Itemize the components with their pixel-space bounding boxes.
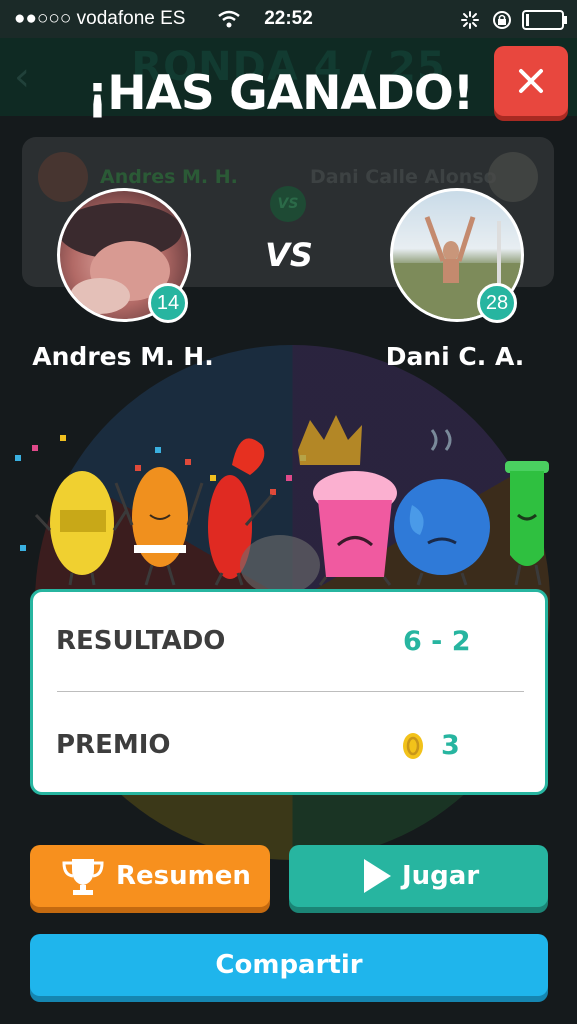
player-right-level-badge: 28 [477,283,517,323]
rotation-lock-icon [493,11,511,29]
player-right-name: Dani C. A. [385,342,525,371]
background-player-left: Andres M. H. [100,166,238,188]
prize-label: PREMIO [56,730,171,760]
summary-button-label: Resumen [116,861,251,891]
page-title: ¡HAS GANADO! [86,66,474,121]
background-vs-badge: VS [270,186,306,222]
test-tube-character [505,461,549,586]
prize-value: 3 [441,730,460,761]
activity-spinner-icon [461,11,479,29]
background-avatar-right [488,152,538,202]
summary-button[interactable]: Resumen [30,845,270,907]
battery-icon [522,10,567,30]
play-icon [364,859,391,893]
player-left-level-badge: 14 [148,283,188,323]
score-value: 6 - 2 [403,626,471,657]
close-button[interactable] [494,46,568,116]
background-player-right: Dani Calle Alonso [310,166,497,188]
knight-character [34,471,128,586]
close-icon [519,69,543,93]
coin-icon [403,733,423,759]
football-character [114,467,204,586]
panel-divider [57,691,524,692]
share-button[interactable]: Compartir [30,934,548,996]
player-left-name: Andres M. H. [32,342,214,371]
popcorn-character [313,471,397,586]
result-panel: RESULTADO 6 - 2 PREMIO 3 [30,589,548,795]
share-button-label: Compartir [215,950,363,980]
planet-character [394,429,490,586]
crown-icon [298,415,362,465]
background-avatar-left [38,152,88,202]
status-bar: ●●○○○ vodafone ES 22:52 [0,0,577,38]
trophy-icon [62,859,104,895]
score-label: RESULTADO [56,626,226,656]
play-button-label: Jugar [402,861,480,891]
play-button[interactable]: Jugar [289,845,548,907]
vs-label: VS [265,236,313,274]
characters-illustration [15,415,549,590]
